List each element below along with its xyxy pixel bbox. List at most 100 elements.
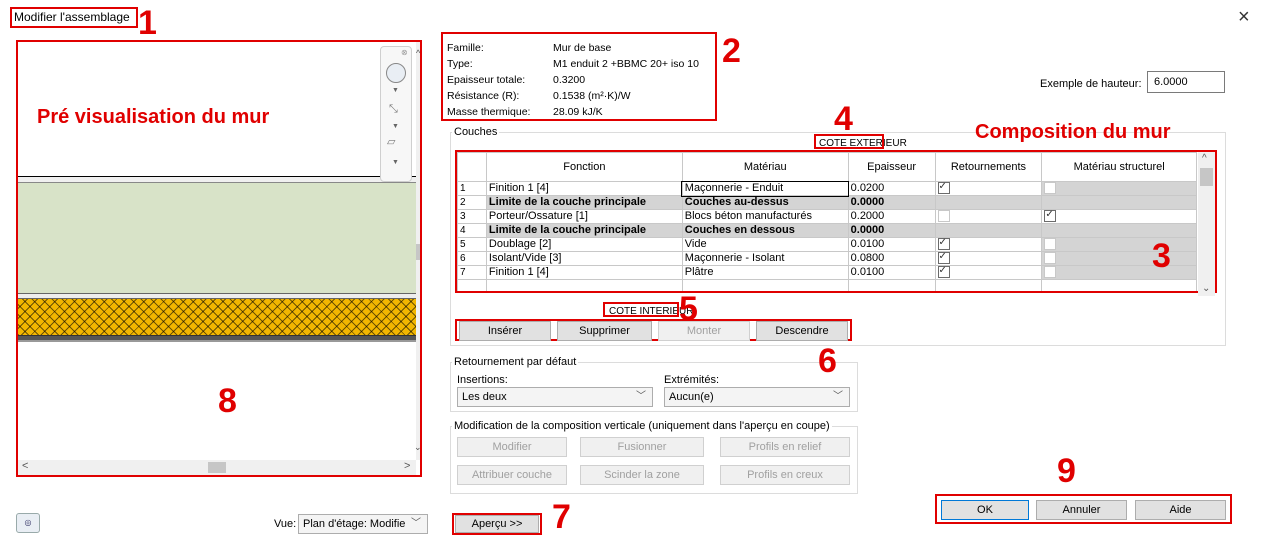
fusionner-button[interactable]: Fusionner (580, 437, 704, 457)
layer-retournements-cell[interactable] (934, 251, 1043, 266)
steering-wheel-2d-icon[interactable] (386, 63, 406, 83)
wall-core (18, 183, 418, 294)
layer-structurel-cell[interactable] (1041, 209, 1197, 224)
layer-materiau[interactable]: Vide (681, 237, 849, 252)
extremites-select[interactable]: Aucun(e) ﹀ (664, 387, 850, 407)
monter-button[interactable]: Monter (658, 321, 750, 341)
retournement-checkbox[interactable] (937, 182, 950, 195)
table-row[interactable]: 5 Doublage [2] Vide 0.0100 (457, 237, 1197, 252)
table-row[interactable]: 1 Finition 1 [4] Maçonnerie - Enduit 0.0200 (457, 180, 1197, 197)
layer-fonction[interactable]: Doublage [2] (485, 237, 683, 252)
scroll-up-icon[interactable]: ^ (416, 48, 420, 58)
extremites-select-value: Aucun(e) (669, 391, 714, 403)
layer-structurel-cell[interactable] (1041, 181, 1197, 196)
nav-close-icon[interactable]: ⊗ (401, 48, 408, 57)
empty-cell (485, 279, 683, 291)
layer-materiau[interactable]: Blocs béton manufacturés (681, 209, 849, 224)
structurel-checkbox[interactable] (1044, 252, 1057, 265)
layer-fonction[interactable]: Isolant/Vide [3] (485, 251, 683, 266)
toggle-2d-icon[interactable]: ◎ (16, 513, 40, 533)
column-header-epaisseur[interactable]: Epaisseur (847, 152, 936, 182)
profils-relief-button[interactable]: Profils en relief (720, 437, 850, 457)
chevron-down-icon[interactable]: ▼ (392, 123, 399, 130)
column-header-fonction[interactable]: Fonction (485, 152, 683, 182)
attribuer-couche-button[interactable]: Attribuer couche (457, 465, 567, 485)
table-row[interactable]: 3 Porteur/Ossature [1] Blocs béton manufac… (457, 209, 1197, 224)
supprimer-button[interactable]: Supprimer (557, 321, 652, 341)
layer-materiau[interactable]: Maçonnerie - Enduit (681, 180, 850, 197)
layer-retournements-cell[interactable] (934, 181, 1043, 196)
scroll-right-icon[interactable]: > (404, 460, 410, 472)
layer-fonction[interactable]: Finition 1 [4] (485, 181, 683, 196)
retournement-checkbox[interactable] (937, 210, 950, 223)
layer-epaisseur[interactable]: 0.0800 (847, 251, 936, 266)
profils-creux-button[interactable]: Profils en creux (720, 465, 850, 485)
column-header-materiau[interactable]: Matériau (681, 152, 849, 182)
layer-retournements-cell[interactable] (934, 223, 1043, 238)
layer-materiau[interactable]: Couches au-dessus (681, 195, 849, 210)
zoom-icon[interactable]: ⤡ (389, 103, 398, 116)
structurel-checkbox[interactable] (1044, 238, 1057, 251)
scroll-thumb-vertical[interactable] (416, 244, 420, 260)
layer-epaisseur[interactable]: 0.0200 (847, 181, 936, 196)
table-row[interactable]: 6 Isolant/Vide [3] Maçonnerie - Isolant 0.0… (457, 251, 1197, 266)
vue-select[interactable]: Plan d'étage: Modifie ﹀ (298, 514, 428, 534)
scroll-thumb-table[interactable] (1200, 168, 1213, 186)
table-row[interactable]: 2 Limite de la couche principale Couches a… (457, 195, 1197, 210)
layer-structurel-cell[interactable] (1041, 237, 1197, 252)
layer-epaisseur[interactable]: 0.0000 (847, 195, 936, 210)
scroll-thumb-horizontal[interactable] (208, 462, 226, 473)
scroll-down-icon[interactable]: ⌄ (1202, 283, 1210, 294)
layer-structurel-cell[interactable] (1041, 265, 1197, 280)
retournement-checkbox[interactable] (937, 252, 950, 265)
layer-structurel-cell[interactable] (1041, 251, 1197, 266)
descendre-button[interactable]: Descendre (756, 321, 848, 341)
structurel-checkbox[interactable] (1044, 210, 1057, 223)
layer-fonction[interactable]: Limite de la couche principale (485, 195, 683, 210)
retournement-checkbox[interactable] (937, 238, 950, 251)
column-header-materiau-structurel[interactable]: Matériau structurel (1041, 152, 1197, 182)
structurel-checkbox[interactable] (1044, 266, 1057, 279)
ok-button[interactable]: OK (941, 500, 1029, 520)
layer-epaisseur[interactable]: 0.0000 (847, 223, 936, 238)
scinder-zone-button[interactable]: Scinder la zone (580, 465, 704, 485)
famille-value: Mur de base (553, 42, 612, 54)
close-icon[interactable]: × (1238, 6, 1250, 29)
retournement-checkbox[interactable] (937, 266, 950, 279)
chevron-down-icon[interactable]: ▼ (392, 159, 399, 166)
layer-retournements-cell[interactable] (934, 195, 1043, 210)
navigation-bar[interactable]: ⊗ ▼ ⤡ ▼ ▱ ▼ (380, 46, 412, 182)
extremites-label: Extrémités: (664, 374, 720, 386)
layer-fonction[interactable]: Limite de la couche principale (485, 223, 683, 238)
masse-value: 28.09 kJ/K (553, 106, 603, 118)
layer-structurel-cell[interactable] (1041, 195, 1197, 210)
column-header-retournements[interactable]: Retournements (934, 152, 1043, 182)
layer-structurel-cell[interactable] (1041, 223, 1197, 238)
table-row[interactable]: 4 Limite de la couche principale Couches e… (457, 223, 1197, 238)
layer-retournements-cell[interactable] (934, 265, 1043, 280)
scroll-left-icon[interactable]: < (22, 460, 28, 472)
layer-retournements-cell[interactable] (934, 237, 1043, 252)
aide-button[interactable]: Aide (1135, 500, 1226, 520)
scroll-down-icon[interactable]: ⌄ (414, 442, 420, 453)
layer-retournements-cell[interactable] (934, 209, 1043, 224)
layer-epaisseur[interactable]: 0.2000 (847, 209, 936, 224)
layer-fonction[interactable]: Porteur/Ossature [1] (485, 209, 683, 224)
insertions-select[interactable]: Les deux ﹀ (457, 387, 653, 407)
inserer-button[interactable]: Insérer (459, 321, 551, 341)
layer-epaisseur[interactable]: 0.0100 (847, 265, 936, 280)
annuler-button[interactable]: Annuler (1036, 500, 1127, 520)
sample-height-input[interactable]: 6.0000 (1147, 71, 1225, 93)
modifier-button[interactable]: Modifier (457, 437, 567, 457)
layer-materiau[interactable]: Plâtre (681, 265, 849, 280)
structurel-checkbox[interactable] (1044, 182, 1057, 195)
pan-2d-icon[interactable]: ▱ (387, 135, 395, 148)
chevron-down-icon[interactable]: ▼ (392, 87, 399, 94)
layer-materiau[interactable]: Maçonnerie - Isolant (681, 251, 849, 266)
apercu-button[interactable]: Aperçu >> (455, 515, 539, 533)
scroll-up-icon[interactable]: ^ (1202, 153, 1207, 164)
layer-epaisseur[interactable]: 0.0100 (847, 237, 936, 252)
layer-materiau[interactable]: Couches en dessous (681, 223, 849, 238)
layer-fonction[interactable]: Finition 1 [4] (485, 265, 683, 280)
table-row[interactable]: 7 Finition 1 [4] Plâtre 0.0100 (457, 265, 1197, 280)
